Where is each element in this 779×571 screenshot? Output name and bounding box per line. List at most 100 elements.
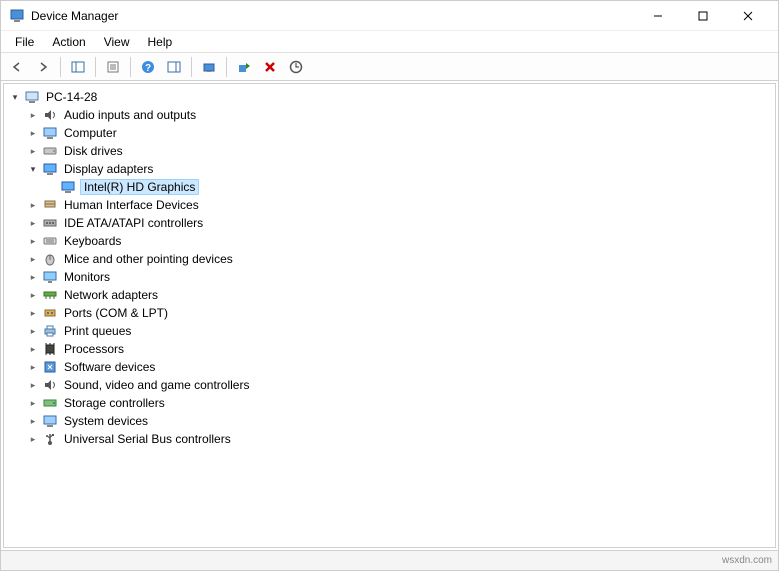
tree-item-label: Print queues [62, 324, 133, 338]
status-bar: wsxdn.com [1, 550, 778, 570]
chevron-right-icon[interactable]: ▸ [26, 414, 40, 428]
printer-icon [42, 323, 58, 339]
chevron-right-icon[interactable]: ▸ [26, 324, 40, 338]
watermark-text: wsxdn.com [722, 555, 772, 566]
ide-icon [42, 215, 58, 231]
tree-item-network[interactable]: ▸ Network adapters [6, 286, 773, 304]
toolbar-separator [130, 57, 131, 77]
chevron-right-icon[interactable]: ▸ [26, 216, 40, 230]
processor-icon [42, 341, 58, 357]
svg-text:?: ? [145, 63, 151, 74]
device-tree[interactable]: ▾ PC-14-28 ▸ Audio inputs and outputs ▸ … [3, 83, 776, 548]
properties-button[interactable] [101, 55, 125, 79]
tree-item-audio[interactable]: ▸ Audio inputs and outputs [6, 106, 773, 124]
chevron-right-icon[interactable]: ▸ [26, 288, 40, 302]
help-button[interactable]: ? [136, 55, 160, 79]
tree-item-processors[interactable]: ▸ Processors [6, 340, 773, 358]
chevron-right-icon[interactable]: ▸ [26, 378, 40, 392]
tree-item-label: Disk drives [62, 144, 125, 158]
tree-item-print[interactable]: ▸ Print queues [6, 322, 773, 340]
back-button[interactable] [5, 55, 29, 79]
toolbar-separator [226, 57, 227, 77]
enable-device-button[interactable] [232, 55, 256, 79]
chevron-right-icon[interactable]: ▸ [26, 360, 40, 374]
tree-item-label: Audio inputs and outputs [62, 108, 198, 122]
tree-item-mice[interactable]: ▸ Mice and other pointing devices [6, 250, 773, 268]
disk-icon [42, 143, 58, 159]
tree-item-label: Network adapters [62, 288, 160, 302]
display-adapter-icon [42, 161, 58, 177]
menu-help[interactable]: Help [140, 33, 181, 51]
tree-item-keyboards[interactable]: ▸ Keyboards [6, 232, 773, 250]
tree-item-display-child[interactable]: Intel(R) HD Graphics [6, 178, 773, 196]
network-icon [42, 287, 58, 303]
tree-item-hid[interactable]: ▸ Human Interface Devices [6, 196, 773, 214]
tree-item-label: Computer [62, 126, 119, 140]
chevron-right-icon[interactable]: ▸ [26, 144, 40, 158]
tree-root-label: PC-14-28 [44, 90, 99, 104]
toolbar-separator [60, 57, 61, 77]
chevron-right-icon[interactable]: ▸ [26, 270, 40, 284]
tree-item-sound[interactable]: ▸ Sound, video and game controllers [6, 376, 773, 394]
title-bar: Device Manager [1, 1, 778, 31]
tree-item-computer[interactable]: ▸ Computer [6, 124, 773, 142]
close-button[interactable] [725, 1, 770, 31]
system-icon [42, 413, 58, 429]
tree-item-storage[interactable]: ▸ Storage controllers [6, 394, 773, 412]
uninstall-device-button[interactable] [258, 55, 282, 79]
tree-item-monitors[interactable]: ▸ Monitors [6, 268, 773, 286]
tree-item-software[interactable]: ▸ Software devices [6, 358, 773, 376]
chevron-down-icon[interactable]: ▾ [8, 90, 22, 104]
storage-icon [42, 395, 58, 411]
tree-item-ide[interactable]: ▸ IDE ATA/ATAPI controllers [6, 214, 773, 232]
tree-item-label: Keyboards [62, 234, 123, 248]
chevron-right-icon[interactable]: ▸ [26, 396, 40, 410]
tree-item-display[interactable]: ▾ Display adapters [6, 160, 773, 178]
update-driver-button[interactable] [197, 55, 221, 79]
sound-icon [42, 377, 58, 393]
device-manager-icon [9, 8, 25, 24]
tree-item-usb[interactable]: ▸ Universal Serial Bus controllers [6, 430, 773, 448]
tree-item-label: Mice and other pointing devices [62, 252, 235, 266]
tree-item-label: Human Interface Devices [62, 198, 201, 212]
display-adapter-icon [60, 179, 76, 195]
menu-view[interactable]: View [96, 33, 138, 51]
chevron-down-icon[interactable]: ▾ [26, 162, 40, 176]
chevron-right-icon[interactable]: ▸ [26, 198, 40, 212]
tree-item-system[interactable]: ▸ System devices [6, 412, 773, 430]
minimize-button[interactable] [635, 1, 680, 31]
show-hide-tree-button[interactable] [66, 55, 90, 79]
menu-action[interactable]: Action [44, 33, 93, 51]
chevron-right-icon[interactable]: ▸ [26, 252, 40, 266]
keyboard-icon [42, 233, 58, 249]
menu-bar: File Action View Help [1, 31, 778, 53]
toolbar-separator [95, 57, 96, 77]
tree-item-label: Sound, video and game controllers [62, 378, 251, 392]
tree-item-label-selected: Intel(R) HD Graphics [80, 179, 199, 195]
toolbar-separator [191, 57, 192, 77]
chevron-right-icon[interactable]: ▸ [26, 432, 40, 446]
chevron-right-icon[interactable]: ▸ [26, 306, 40, 320]
action-pane-button[interactable] [162, 55, 186, 79]
chevron-right-icon[interactable]: ▸ [26, 342, 40, 356]
window-title: Device Manager [31, 9, 118, 23]
toolbar: ? [1, 53, 778, 81]
tree-item-disk[interactable]: ▸ Disk drives [6, 142, 773, 160]
chevron-right-icon[interactable]: ▸ [26, 108, 40, 122]
forward-button[interactable] [31, 55, 55, 79]
menu-file[interactable]: File [7, 33, 42, 51]
chevron-right-icon[interactable]: ▸ [26, 126, 40, 140]
tree-item-ports[interactable]: ▸ Ports (COM & LPT) [6, 304, 773, 322]
monitor-icon [42, 269, 58, 285]
tree-item-label: Storage controllers [62, 396, 167, 410]
maximize-button[interactable] [680, 1, 725, 31]
chevron-right-icon[interactable]: ▸ [26, 234, 40, 248]
computer-icon [42, 125, 58, 141]
mouse-icon [42, 251, 58, 267]
hid-icon [42, 197, 58, 213]
tree-item-label: Monitors [62, 270, 112, 284]
scan-hardware-button[interactable] [284, 55, 308, 79]
tree-root[interactable]: ▾ PC-14-28 [6, 88, 773, 106]
computer-icon [24, 89, 40, 105]
audio-icon [42, 107, 58, 123]
